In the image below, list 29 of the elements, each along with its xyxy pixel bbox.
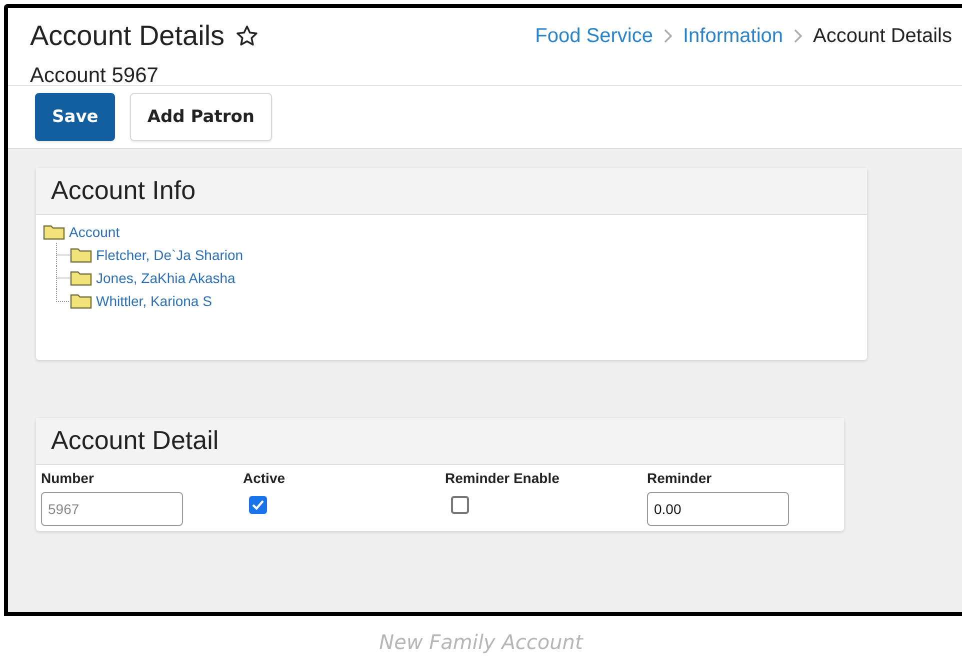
star-icon[interactable] bbox=[234, 24, 259, 48]
tree-item[interactable]: Fletcher, De`Ja Sharion bbox=[96, 246, 244, 262]
folder-icon bbox=[70, 246, 92, 262]
folder-icon bbox=[43, 224, 65, 240]
save-button[interactable]: Save bbox=[35, 93, 116, 141]
tree-item[interactable]: Account bbox=[69, 224, 120, 240]
text-field[interactable]: 0.00 bbox=[647, 492, 789, 526]
checkbox[interactable] bbox=[451, 496, 469, 514]
field-label: Reminder bbox=[647, 470, 712, 486]
field-label: Number bbox=[41, 470, 94, 486]
folder-icon bbox=[70, 270, 92, 286]
breadcrumb-link[interactable]: Information bbox=[682, 24, 784, 48]
figure-caption: New Family Account bbox=[378, 630, 584, 654]
breadcrumb-link[interactable]: Food Service bbox=[535, 24, 653, 48]
tree-item[interactable]: Whittler, Kariona S bbox=[96, 292, 212, 308]
folder-icon bbox=[70, 292, 92, 308]
chevron-icon bbox=[793, 29, 804, 43]
panel-title: Account Info bbox=[36, 168, 867, 215]
add-patron-button[interactable]: Add Patron bbox=[130, 93, 272, 141]
chevron-icon bbox=[662, 29, 673, 43]
page-title: Account Details bbox=[30, 20, 225, 52]
field-label: Active bbox=[243, 470, 286, 486]
page-subtitle: Account 5967 bbox=[30, 64, 158, 88]
tree-connector-line bbox=[56, 243, 70, 266]
breadcrumb-current: Account Details bbox=[813, 24, 952, 48]
panel-title: Account Detail bbox=[36, 418, 844, 465]
tree-item[interactable]: Jones, ZaKhia Akasha bbox=[96, 270, 236, 286]
checkbox[interactable] bbox=[249, 496, 267, 514]
field-label: Reminder Enable bbox=[445, 470, 560, 486]
